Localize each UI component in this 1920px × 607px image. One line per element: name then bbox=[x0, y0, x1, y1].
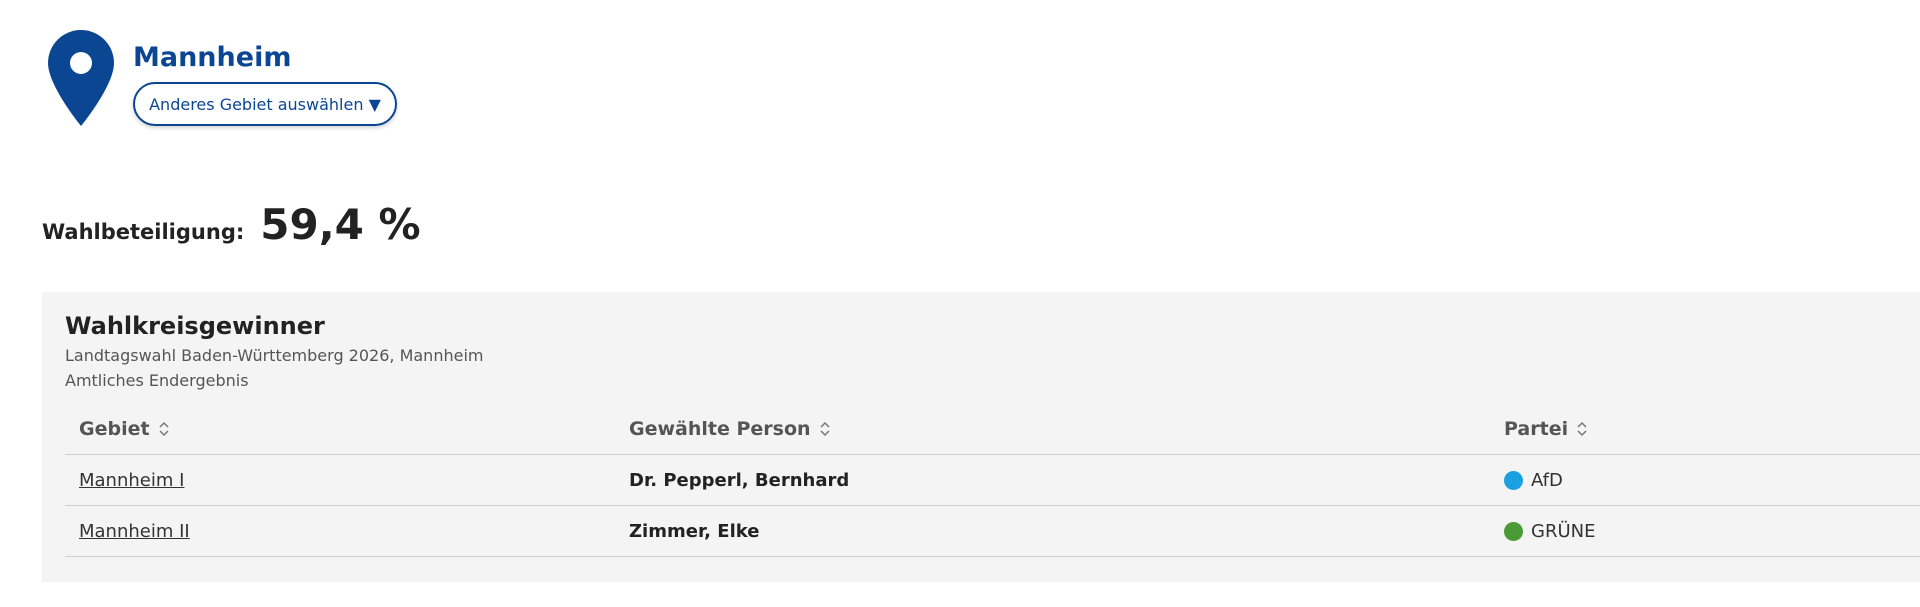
area-link[interactable]: Mannheim I bbox=[79, 470, 184, 491]
person-cell: Zimmer, Elke bbox=[629, 506, 759, 556]
elected-person: Zimmer, Elke bbox=[629, 520, 760, 542]
change-area-button[interactable]: Anderes Gebiet auswählen ▼ bbox=[133, 82, 397, 126]
panel-title: Wahlkreisgewinner bbox=[65, 312, 325, 340]
turnout-value: 59,4 % bbox=[260, 200, 421, 249]
area-cell: Mannheim I bbox=[79, 455, 184, 505]
party-name: GRÜNE bbox=[1531, 520, 1596, 542]
turnout-label: Wahlbeteiligung: bbox=[42, 220, 245, 244]
column-header-label: Gebiet bbox=[79, 418, 150, 440]
column-header-label: Gewählte Person bbox=[629, 418, 811, 440]
table-row: Mannheim I Dr. Pepperl, Bernhard AfD bbox=[65, 455, 1920, 506]
area-link[interactable]: Mannheim II bbox=[79, 521, 190, 542]
column-header-party[interactable]: Partei bbox=[1504, 404, 1588, 454]
turnout: Wahlbeteiligung: 59,4 % bbox=[42, 200, 421, 249]
constituency-winners-panel: Wahlkreisgewinner Landtagswahl Baden-Wür… bbox=[42, 292, 1920, 582]
table-row: Mannheim II Zimmer, Elke GRÜNE bbox=[65, 506, 1920, 557]
area-cell: Mannheim II bbox=[79, 506, 190, 556]
column-header-person[interactable]: Gewählte Person bbox=[629, 404, 831, 454]
result-status: Amtliches Endergebnis bbox=[65, 371, 249, 390]
elected-person: Dr. Pepperl, Bernhard bbox=[629, 469, 850, 491]
sort-icon bbox=[820, 421, 830, 437]
column-header-label: Partei bbox=[1504, 418, 1569, 440]
sort-icon bbox=[1577, 421, 1587, 437]
person-cell: Dr. Pepperl, Bernhard bbox=[629, 455, 849, 505]
party-name: AfD bbox=[1531, 469, 1563, 491]
election-results-page: Mannheim Anderes Gebiet auswählen ▼ Wahl… bbox=[0, 0, 1920, 607]
sort-icon bbox=[159, 421, 169, 437]
panel-subtitle: Landtagswahl Baden-Württemberg 2026, Man… bbox=[65, 346, 484, 365]
table-header-row: Gebiet Gewählte Person Partei bbox=[65, 404, 1920, 455]
party-cell: AfD bbox=[1504, 455, 1563, 505]
party-color-dot-icon bbox=[1504, 470, 1523, 490]
party-color-dot-icon bbox=[1504, 521, 1523, 541]
party-cell: GRÜNE bbox=[1504, 506, 1595, 556]
winners-table: Gebiet Gewählte Person Partei Mannheim I… bbox=[65, 404, 1920, 557]
map-pin-icon bbox=[48, 30, 114, 126]
change-area-button-label: Anderes Gebiet auswählen ▼ bbox=[149, 94, 381, 114]
column-header-area[interactable]: Gebiet bbox=[79, 404, 170, 454]
location-title: Mannheim bbox=[133, 42, 292, 73]
